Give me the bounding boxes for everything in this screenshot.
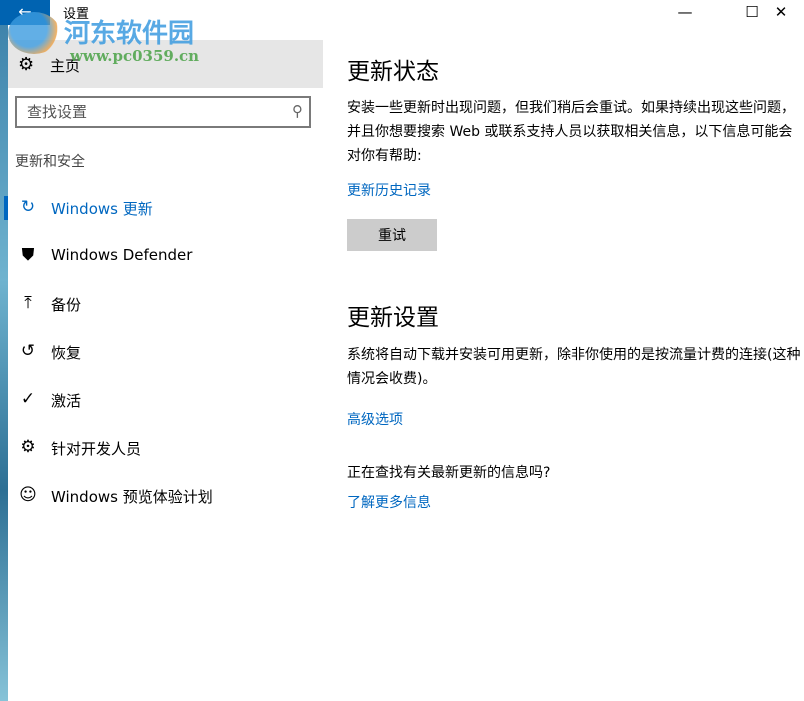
- sidebar-item-label: Windows 更新: [51, 198, 153, 219]
- status-message: 安装一些更新时出现问题，但我们稍后会重试。如果持续出现这些问题，并且你想要搜索 …: [347, 96, 802, 168]
- tools-icon: ⚙: [18, 437, 38, 457]
- desktop-strip: [0, 0, 8, 701]
- sidebar-item-label: 恢复: [51, 342, 81, 363]
- sidebar-item-label: 激活: [51, 390, 81, 411]
- search-input[interactable]: [17, 98, 267, 126]
- watermark-logo-icon: [8, 12, 60, 54]
- sidebar-item-label: 针对开发人员: [51, 438, 141, 459]
- close-button[interactable]: ✕: [758, 0, 804, 25]
- update-status-title: 更新状态: [347, 52, 439, 86]
- shield-icon: ⛊: [18, 245, 38, 265]
- info-question: 正在查找有关最新更新的信息吗?: [347, 461, 802, 485]
- sidebar-item-recovery[interactable]: ↺ 恢复: [8, 328, 324, 376]
- update-history-link[interactable]: 更新历史记录: [347, 180, 431, 200]
- sidebar-item-label: Windows Defender: [51, 246, 192, 264]
- advanced-options-link[interactable]: 高级选项: [347, 409, 403, 429]
- search-box[interactable]: ⚲: [15, 96, 311, 128]
- sidebar-item-windows-update[interactable]: ↻ Windows 更新: [8, 184, 324, 232]
- minimize-button[interactable]: —: [662, 0, 708, 25]
- sync-icon: ↻: [18, 197, 38, 217]
- upload-arrow-icon: ⤒: [18, 293, 38, 313]
- sidebar-item-label: 备份: [51, 294, 81, 315]
- retry-button[interactable]: 重试: [347, 219, 437, 251]
- search-icon[interactable]: ⚲: [292, 102, 303, 120]
- settings-message: 系统将自动下载并安装可用更新，除非你使用的是按流量计费的连接(这种情况会收费)。: [347, 343, 802, 391]
- person-badge-icon: ☺: [18, 485, 38, 505]
- learn-more-link[interactable]: 了解更多信息: [347, 492, 431, 512]
- sidebar-item-developers[interactable]: ⚙ 针对开发人员: [8, 424, 324, 472]
- history-icon: ↺: [18, 341, 38, 361]
- sidebar-item-activation[interactable]: ✓ 激活: [8, 376, 324, 424]
- sidebar-item-windows-defender[interactable]: ⛊ Windows Defender: [8, 232, 324, 280]
- sidebar-item-backup[interactable]: ⤒ 备份: [8, 280, 324, 328]
- watermark-url: www.pc0359.cn: [70, 47, 199, 65]
- check-circle-icon: ✓: [18, 389, 38, 409]
- update-settings-title: 更新设置: [347, 298, 439, 332]
- section-heading: 更新和安全: [15, 151, 85, 171]
- gear-icon: ⚙: [18, 54, 34, 75]
- watermark-name: 河东软件园: [64, 13, 194, 50]
- sidebar-item-label: Windows 预览体验计划: [51, 486, 213, 507]
- sidebar-item-insider[interactable]: ☺ Windows 预览体验计划: [8, 472, 324, 520]
